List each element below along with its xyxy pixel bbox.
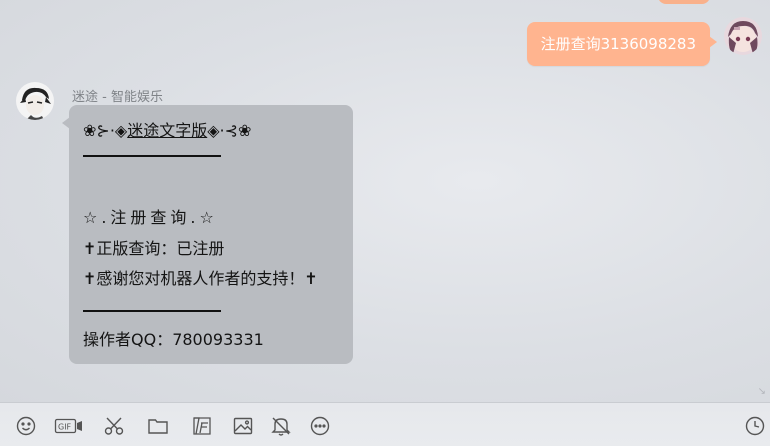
reply-divider-bottom xyxy=(83,310,221,312)
gif-icon[interactable]: GIF xyxy=(54,414,84,438)
reply-divider-top xyxy=(83,155,221,157)
received-message-bubble[interactable]: ❀⊱·◈迷途文字版◈·⊰❀ ☆.注册查询.☆ ✝正版查询：已注册 ✝感谢您对机器… xyxy=(62,105,353,364)
sender-name: 迷途 - 智能娱乐 xyxy=(72,90,163,105)
reply-thanks-line: ✝感谢您对机器人作者的支持！✝ xyxy=(83,269,318,288)
input-toolbar: GIF xyxy=(0,403,770,446)
scissors-icon[interactable] xyxy=(102,414,126,438)
previous-message-bubble xyxy=(658,0,710,4)
emoji-icon[interactable] xyxy=(14,414,38,438)
reply-section-title: ☆.注册查询.☆ xyxy=(83,208,218,227)
bot-avatar[interactable] xyxy=(16,82,54,120)
reply-title-suffix: ◈·⊰❀ xyxy=(207,121,252,140)
history-icon[interactable] xyxy=(743,414,767,438)
scroll-corner-icon: ↘ xyxy=(757,386,766,397)
reply-title-link[interactable]: 迷途文字版 xyxy=(127,121,207,140)
svg-text:GIF: GIF xyxy=(58,423,72,432)
chat-area: 注册查询3136098283 迷途 - 智能娱乐 ❀⊱·◈迷途文字版◈·⊰❀ ☆… xyxy=(0,0,770,402)
self-avatar[interactable] xyxy=(724,17,762,55)
reply-title-prefix: ❀⊱·◈ xyxy=(83,121,128,140)
reply-operator-line: 操作者QQ：780093331 xyxy=(83,330,264,349)
image-icon[interactable] xyxy=(231,414,255,438)
reply-title: ❀⊱·◈迷途文字版◈·⊰❀ xyxy=(83,121,251,141)
folder-icon[interactable] xyxy=(146,414,170,438)
reply-status-line: ✝正版查询：已注册 xyxy=(83,239,225,258)
sent-message-text: 注册查询3136098283 xyxy=(540,35,696,53)
bell-icon[interactable] xyxy=(269,414,293,438)
sent-message-bubble[interactable]: 注册查询3136098283 xyxy=(526,22,718,66)
font-icon[interactable] xyxy=(190,414,214,438)
more-icon[interactable] xyxy=(308,414,332,438)
